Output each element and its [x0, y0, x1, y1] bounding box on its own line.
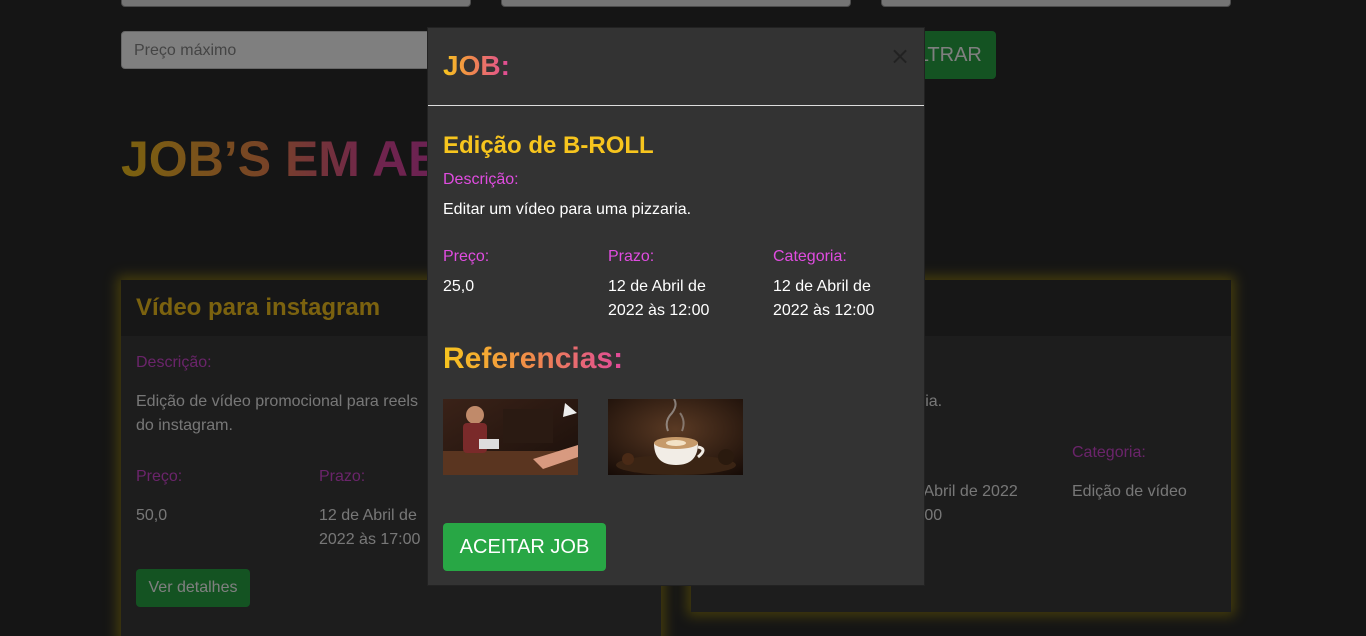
- job-name: Edição de B-ROLL: [443, 132, 654, 159]
- job-modal: JOB: × Edição de B-ROLL Descrição: Edita…: [427, 27, 925, 586]
- reference-image-1[interactable]: [443, 399, 578, 475]
- price-value: 25,0: [443, 278, 475, 295]
- description-label: Descrição:: [443, 171, 519, 188]
- modal-header: JOB: ×: [428, 28, 924, 106]
- reference-image-2[interactable]: [608, 399, 743, 475]
- deadline-label: Prazo:: [608, 248, 655, 265]
- coffee-image: [608, 399, 743, 475]
- modal-title: JOB:: [443, 50, 510, 81]
- description-text: Editar um vídeo para uma pizzaria.: [443, 201, 692, 218]
- category-label: Categoria:: [773, 248, 847, 265]
- price-label: Preço:: [443, 248, 490, 265]
- deadline-value: 12 de Abril de 2022 às 12:00: [608, 278, 710, 319]
- references-title: Referencias:: [443, 342, 624, 375]
- close-icon[interactable]: ×: [890, 44, 910, 68]
- accept-job-button[interactable]: ACEITAR JOB: [443, 523, 606, 571]
- category-value: 12 de Abril de 2022 às 12:00: [773, 278, 875, 319]
- barista-image: [443, 399, 578, 475]
